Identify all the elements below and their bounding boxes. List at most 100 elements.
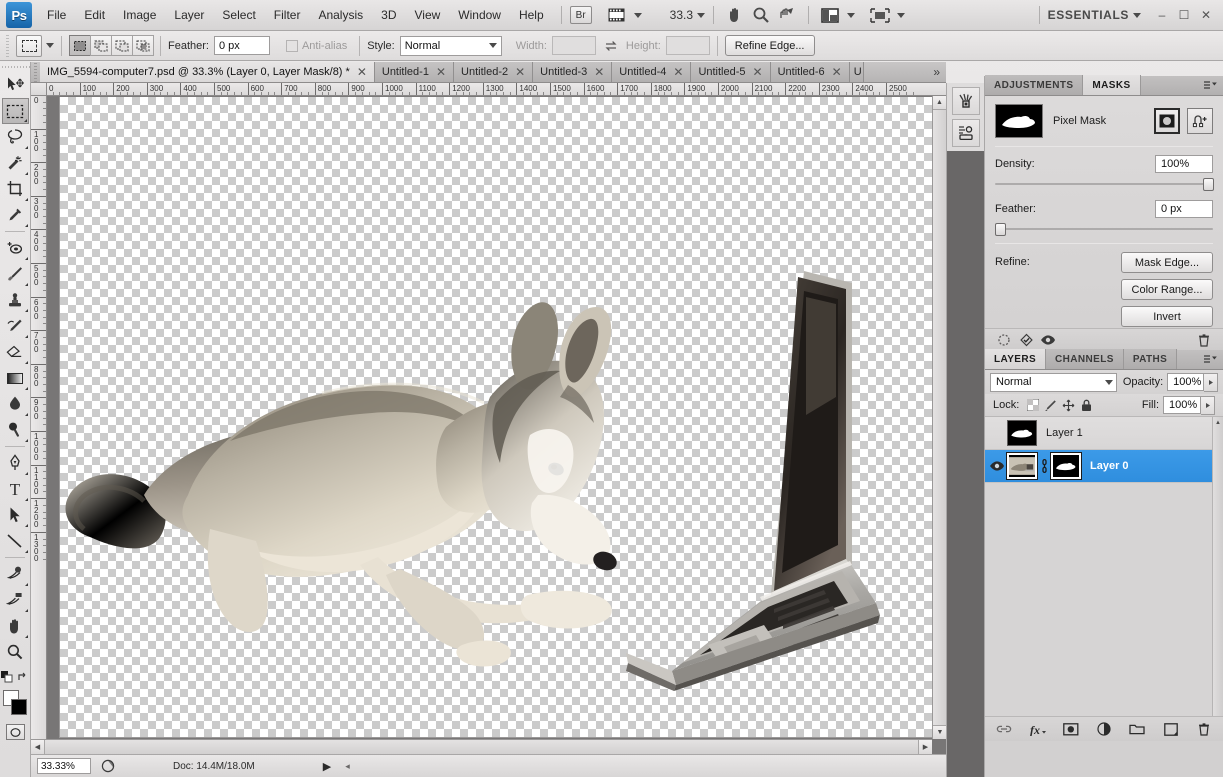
density-input[interactable]: 100% (1155, 155, 1213, 173)
screen-mode-chevron-down-icon[interactable] (847, 12, 856, 18)
document-tab-grip[interactable] (31, 62, 40, 82)
table-row[interactable]: Layer 0 (985, 450, 1223, 483)
rotate-view-tool-icon[interactable] (774, 3, 800, 27)
lock-all-icon[interactable] (1079, 398, 1094, 413)
density-slider[interactable] (995, 178, 1214, 191)
lasso-tool[interactable] (2, 124, 29, 150)
menu-file[interactable]: File (38, 4, 75, 26)
mask-edge-button[interactable]: Mask Edge... (1121, 252, 1213, 273)
arrange-documents-chevron-down-icon[interactable] (897, 12, 906, 18)
layer-image-thumbnail[interactable] (1006, 452, 1038, 480)
eraser-tool[interactable] (2, 339, 29, 365)
refine-edge-button[interactable]: Refine Edge... (724, 35, 815, 56)
new-adjustment-layer-icon[interactable] (1093, 720, 1114, 738)
scroll-left-arrow[interactable]: ◀ (31, 740, 45, 754)
magic-wand-tool[interactable] (2, 150, 29, 176)
hand-flyout-triangle-icon[interactable] (24, 635, 28, 638)
history-panel-icon[interactable] (951, 87, 980, 115)
background-color-swatch[interactable] (10, 699, 27, 715)
quick-mask-icon[interactable] (5, 724, 25, 740)
eraser-flyout-triangle-icon[interactable] (24, 361, 28, 364)
brush-tool[interactable] (2, 261, 29, 287)
line-tool[interactable] (2, 528, 29, 554)
document-tab-untitled-1[interactable]: Untitled-1 ✕ (374, 62, 455, 82)
layer-mask-thumbnail[interactable] (1050, 452, 1082, 480)
subtract-from-selection-button[interactable] (111, 35, 133, 56)
zoom-percentage-field[interactable]: 33.33% (37, 758, 91, 774)
blend-mode-chevron-down-icon[interactable] (1104, 379, 1113, 385)
menu-layer[interactable]: Layer (165, 4, 213, 26)
history-brush-tool[interactable] (2, 313, 29, 339)
eyedropper-tool[interactable] (2, 202, 29, 228)
tab-overflow-button[interactable]: » (927, 62, 946, 82)
pixel-mask-icon[interactable] (1154, 108, 1180, 134)
clone-stamp-flyout-triangle-icon[interactable] (24, 309, 28, 312)
minimize-button[interactable]: – (1151, 5, 1173, 25)
layers-scrollbar[interactable]: ▲ (1212, 417, 1223, 716)
vector-mask-icon[interactable] (1187, 108, 1213, 134)
close-icon[interactable]: ✕ (832, 66, 842, 78)
layer-mask-thumbnail[interactable] (1007, 420, 1037, 446)
lock-image-pixels-icon[interactable] (1043, 398, 1058, 413)
zoom-tool[interactable] (2, 639, 29, 665)
canvas-area[interactable] (48, 97, 946, 754)
actions-panel-icon[interactable] (951, 119, 980, 147)
hand-tool[interactable] (2, 613, 29, 639)
zoom-level-chevron-down-icon[interactable] (697, 12, 706, 18)
pixel-mask-thumbnail[interactable] (995, 104, 1043, 138)
layer-visibility-toggle[interactable] (987, 451, 1007, 481)
add-to-selection-button[interactable] (90, 35, 112, 56)
layer-link-icon[interactable] (1039, 453, 1049, 479)
crop-flyout-triangle-icon[interactable] (24, 198, 28, 201)
path-selection-tool[interactable] (2, 502, 29, 528)
layers-scroll-up-arrow[interactable]: ▲ (1213, 417, 1223, 428)
delete-mask-icon[interactable] (1193, 331, 1215, 349)
crop-tool[interactable] (2, 176, 29, 202)
clone-stamp-tool[interactable] (2, 287, 29, 313)
document-tab-untitled-5[interactable]: Untitled-5 ✕ (691, 62, 771, 82)
menu-analysis[interactable]: Analysis (309, 4, 372, 26)
menu-select[interactable]: Select (213, 4, 264, 26)
menu-filter[interactable]: Filter (265, 4, 310, 26)
style-chevron-down-icon[interactable] (488, 43, 497, 48)
document-tab-truncated[interactable]: U (849, 62, 864, 82)
blur-tool[interactable] (2, 391, 29, 417)
layer-visibility-toggle[interactable] (987, 418, 1007, 448)
gradient-flyout-triangle-icon[interactable] (24, 387, 28, 390)
canvas-vertical-scrollbar[interactable]: ▲ ▼ (932, 96, 947, 739)
document-tab-untitled-3[interactable]: Untitled-3 ✕ (533, 62, 613, 82)
gradient-tool[interactable] (2, 365, 29, 391)
mask-feather-slider-thumb[interactable] (995, 223, 1006, 236)
hand-tool-icon[interactable] (722, 3, 748, 27)
close-icon[interactable]: ✕ (673, 66, 683, 78)
tool-preset-chevron-down-icon[interactable] (46, 43, 54, 48)
lock-position-icon[interactable] (1061, 398, 1076, 413)
3d-rotate-flyout-triangle-icon[interactable] (24, 583, 28, 586)
tab-adjustments[interactable]: ADJUSTMENTS (985, 75, 1084, 95)
spot-healing-brush-tool[interactable] (2, 235, 29, 261)
workspace-selector-label[interactable]: ESSENTIALS (1048, 8, 1129, 22)
menu-image[interactable]: Image (114, 4, 165, 26)
ruler-corner[interactable] (31, 83, 47, 96)
3d-orbit-camera-tool[interactable] (2, 587, 29, 613)
lasso-flyout-triangle-icon[interactable] (24, 146, 28, 149)
delete-layer-icon[interactable] (1194, 720, 1215, 738)
image-canvas[interactable] (60, 97, 934, 737)
scroll-up-arrow[interactable]: ▲ (933, 96, 946, 110)
swap-dimensions-icon[interactable] (604, 40, 618, 52)
photoshop-logo[interactable]: Ps (6, 2, 32, 28)
masks-panel-menu-icon[interactable] (1197, 75, 1223, 95)
anti-alias-checkbox[interactable] (285, 39, 298, 52)
maximize-button[interactable]: ☐ (1173, 5, 1195, 25)
type-tool[interactable]: T (2, 476, 29, 502)
invert-mask-button[interactable]: Invert (1121, 306, 1213, 327)
blur-flyout-triangle-icon[interactable] (24, 413, 28, 416)
menu-edit[interactable]: Edit (75, 4, 114, 26)
view-extras-chevron-down-icon[interactable] (633, 12, 642, 18)
rectangular-marquee-tool[interactable] (1, 98, 29, 124)
path-selection-flyout-triangle-icon[interactable] (24, 524, 28, 527)
new-selection-button[interactable] (69, 35, 91, 56)
swap-colors-icon[interactable] (17, 671, 29, 686)
new-group-icon[interactable] (1127, 720, 1148, 738)
options-bar-grip[interactable] (4, 34, 12, 57)
